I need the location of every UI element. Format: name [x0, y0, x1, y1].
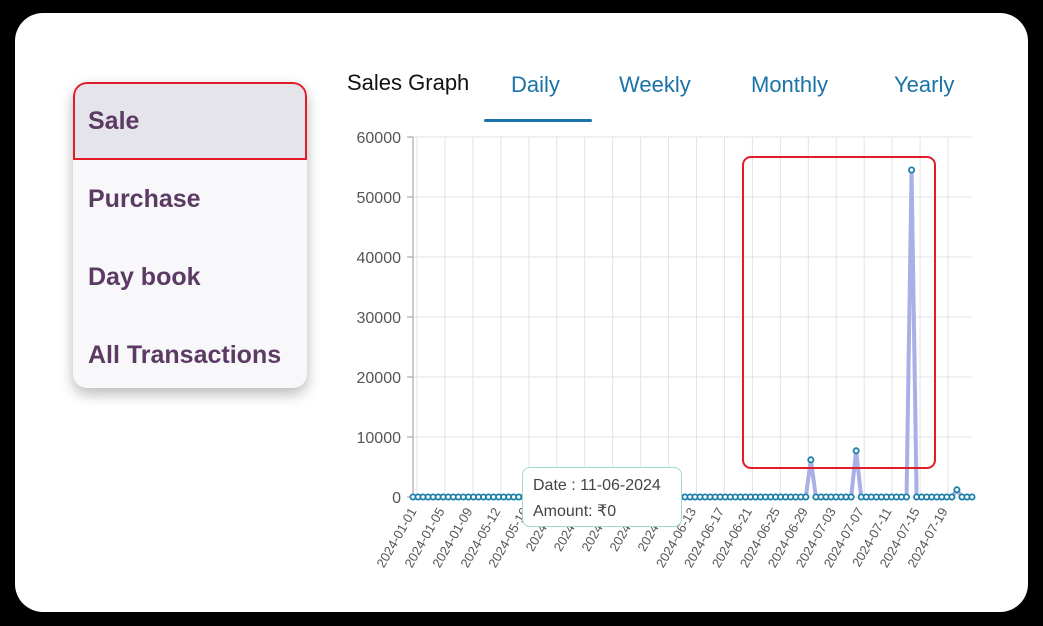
data-point [852, 447, 860, 455]
data-point [968, 493, 976, 501]
y-tick-label: 10000 [357, 430, 402, 447]
y-tick-label: 30000 [357, 310, 402, 327]
y-tick-label: 40000 [357, 250, 402, 267]
data-point [948, 493, 956, 501]
data-point [908, 166, 916, 174]
data-point [807, 456, 815, 464]
y-tick-label: 20000 [357, 370, 402, 387]
data-point [847, 493, 855, 501]
y-tick-label: 0 [392, 490, 401, 507]
sales-line-chart: 01000020000300004000050000600002024-01-0… [357, 130, 976, 570]
data-point [953, 486, 961, 494]
series-line [413, 168, 972, 499]
y-tick-label: 50000 [357, 190, 402, 207]
data-point [903, 493, 911, 501]
tooltip-date: Date : 11-06-2024 [533, 477, 661, 494]
y-tick-label: 60000 [357, 130, 402, 147]
data-point [802, 493, 810, 501]
chart-tooltip: Date : 11-06-2024 Amount: ₹0 [522, 467, 682, 527]
tooltip-amount: Amount: ₹0 [533, 503, 617, 520]
